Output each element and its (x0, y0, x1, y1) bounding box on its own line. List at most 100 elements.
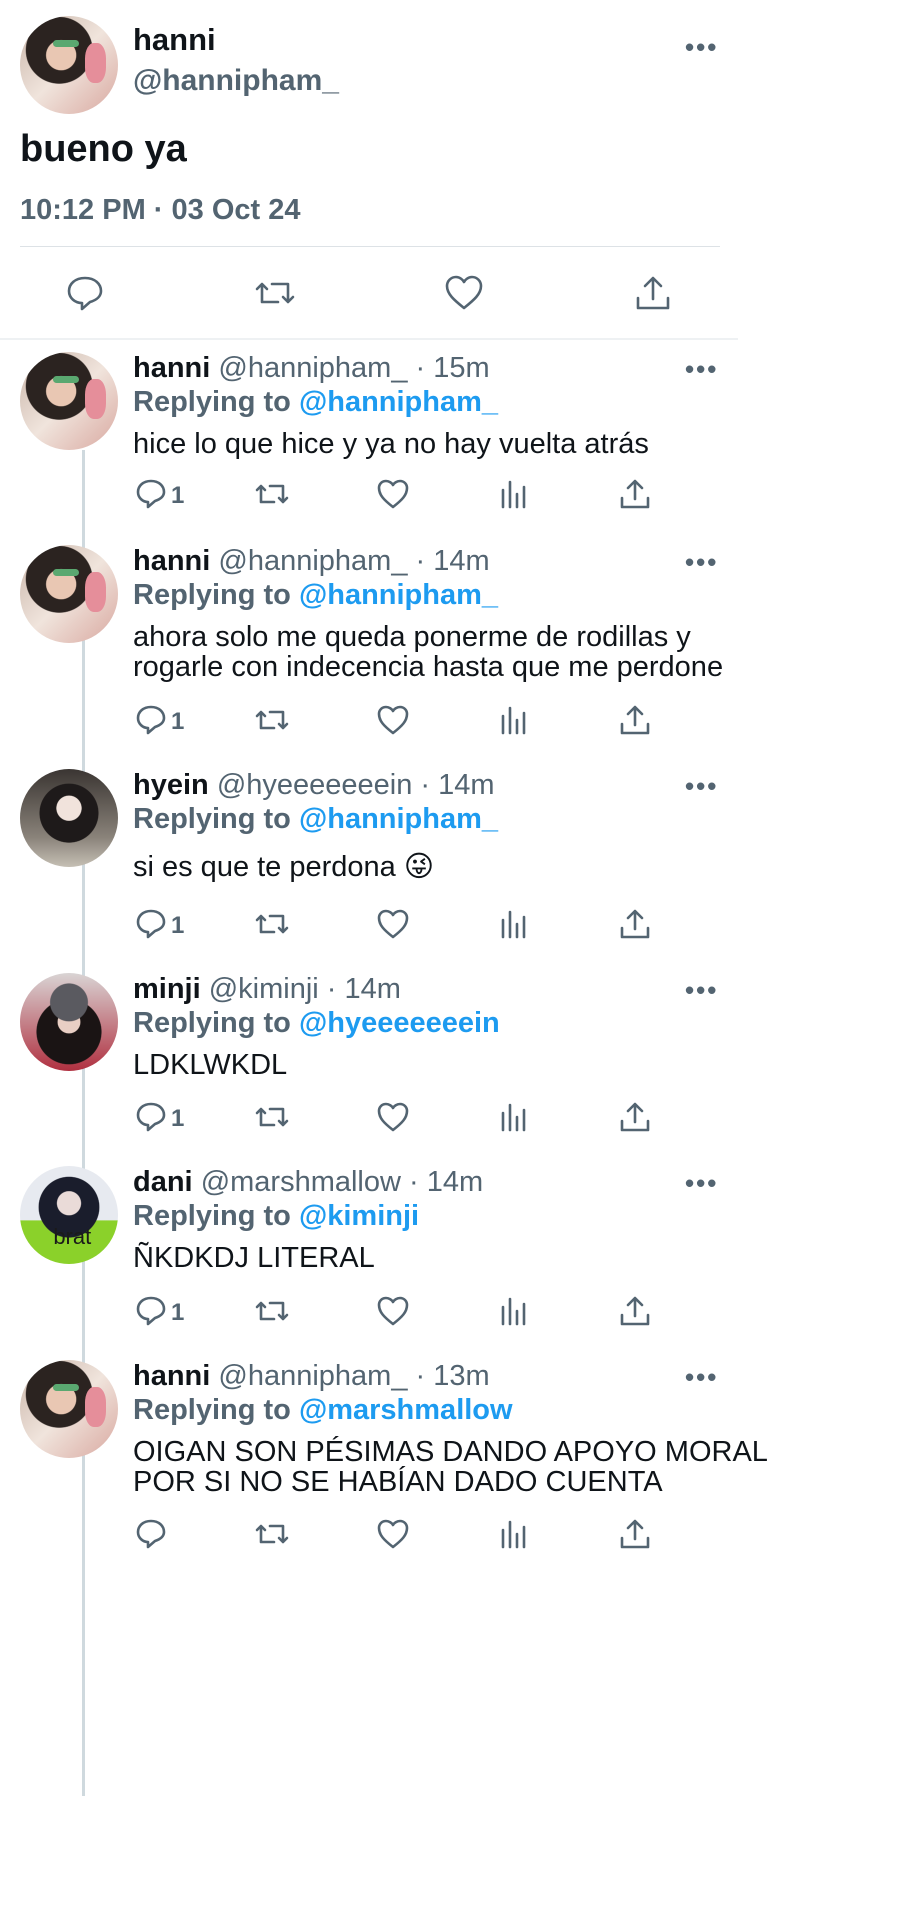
reply-header: hyein @hyeeeeeeein · 14m (133, 769, 495, 802)
reply-author-handle[interactable]: @hannipham_ (218, 545, 407, 577)
reply-time[interactable]: · 14m (420, 769, 494, 801)
reply-more-icon[interactable]: ••• (685, 1168, 718, 1199)
main-author-name[interactable]: hanni (133, 22, 216, 58)
retweet-icon[interactable] (254, 1295, 290, 1327)
reply-icon[interactable] (66, 274, 104, 312)
reply-author-handle[interactable]: @marshmallow (201, 1166, 401, 1198)
reply-author-handle[interactable]: @hyeeeeeeein (217, 769, 413, 801)
reply-icon[interactable] (135, 1101, 167, 1133)
replying-to-label: Replying to (133, 803, 291, 835)
main-divider (20, 246, 720, 247)
replying-to-mention[interactable]: @marshmallow (299, 1394, 513, 1426)
reply-time[interactable]: · 15m (416, 352, 490, 384)
main-more-icon[interactable]: ••• (685, 32, 718, 63)
replying-to-label: Replying to (133, 1394, 291, 1426)
reply-avatar[interactable] (20, 973, 118, 1071)
reply-more-icon[interactable]: ••• (685, 975, 718, 1006)
like-icon[interactable] (376, 1518, 410, 1550)
reply-more-icon[interactable]: ••• (685, 547, 718, 578)
analytics-icon[interactable] (499, 704, 529, 736)
reply-avatar[interactable] (20, 545, 118, 643)
reply-text-line: si es que te perdona 😜 (133, 851, 435, 883)
reply-text-line: hice lo que hice y ya no hay vuelta atrá… (133, 428, 649, 460)
reply-author-name[interactable]: dani (133, 1166, 193, 1198)
reply-icon[interactable] (135, 1518, 167, 1550)
reply-author-name[interactable]: hanni (133, 1360, 210, 1392)
reply-text-line: rogarle con indecencia hasta que me perd… (133, 651, 724, 683)
reply-header: dani @marshmallow · 14m (133, 1166, 483, 1199)
reply-count: 1 (171, 912, 185, 939)
analytics-icon[interactable] (499, 478, 529, 510)
reply-author-handle[interactable]: @hannipham_ (218, 1360, 407, 1392)
share-icon[interactable] (619, 1518, 651, 1550)
main-avatar[interactable] (20, 16, 118, 114)
reply-time[interactable]: · 14m (327, 973, 401, 1005)
reply-count: 1 (171, 1299, 185, 1326)
reply-avatar[interactable] (20, 769, 118, 867)
reply-text-line: LDKLWKDL (133, 1049, 288, 1081)
reply-author-handle[interactable]: @hannipham_ (218, 352, 407, 384)
share-icon[interactable] (619, 478, 651, 510)
share-icon[interactable] (634, 274, 672, 312)
reply-author-name[interactable]: hanni (133, 545, 210, 577)
reply-author-name[interactable]: hyein (133, 769, 209, 801)
replying-to-mention[interactable]: @kiminji (299, 1200, 419, 1232)
reply-count: 1 (171, 482, 185, 509)
replying-to: Replying to @hannipham_ (133, 386, 498, 419)
reply-time[interactable]: · 14m (409, 1166, 483, 1198)
retweet-icon[interactable] (254, 1518, 290, 1550)
thread-line (82, 450, 85, 1796)
reply-count: 1 (171, 708, 185, 735)
replying-to: Replying to @kiminji (133, 1200, 419, 1233)
reply-avatar[interactable]: brat (20, 1166, 118, 1264)
reply-author-name[interactable]: minji (133, 973, 201, 1005)
retweet-icon[interactable] (254, 704, 290, 736)
reply-author-name[interactable]: hanni (133, 352, 210, 384)
retweet-icon[interactable] (254, 274, 296, 312)
share-icon[interactable] (619, 1101, 651, 1133)
reply-icon[interactable] (135, 704, 167, 736)
analytics-icon[interactable] (499, 1518, 529, 1550)
analytics-icon[interactable] (499, 908, 529, 940)
reply-icon[interactable] (135, 908, 167, 940)
reply-header: hanni @hannipham_ · 13m (133, 1360, 490, 1393)
like-icon[interactable] (444, 274, 484, 312)
replying-to: Replying to @marshmallow (133, 1394, 513, 1427)
like-icon[interactable] (376, 908, 410, 940)
main-tweet-text: bueno ya (20, 128, 187, 170)
like-icon[interactable] (376, 1295, 410, 1327)
reply-avatar[interactable] (20, 1360, 118, 1458)
reply-author-handle[interactable]: @kiminji (209, 973, 319, 1005)
reply-icon[interactable] (135, 478, 167, 510)
main-timestamp[interactable]: 10:12 PM · 03 Oct 24 (20, 194, 300, 227)
share-icon[interactable] (619, 908, 651, 940)
reply-time[interactable]: · 13m (416, 1360, 490, 1392)
share-icon[interactable] (619, 1295, 651, 1327)
replying-to-mention[interactable]: @hyeeeeeeein (299, 1007, 500, 1039)
replying-to-mention[interactable]: @hannipham_ (299, 386, 498, 418)
reply-more-icon[interactable]: ••• (685, 354, 718, 385)
replying-to-mention[interactable]: @hannipham_ (299, 803, 498, 835)
retweet-icon[interactable] (254, 478, 290, 510)
share-icon[interactable] (619, 704, 651, 736)
like-icon[interactable] (376, 1101, 410, 1133)
retweet-icon[interactable] (254, 908, 290, 940)
retweet-icon[interactable] (254, 1101, 290, 1133)
analytics-icon[interactable] (499, 1295, 529, 1327)
avatar-shirt-text: brat (53, 1224, 92, 1250)
main-author-handle[interactable]: @hannipham_ (133, 64, 339, 98)
replying-to-label: Replying to (133, 386, 291, 418)
like-icon[interactable] (376, 704, 410, 736)
replying-to-label: Replying to (133, 1007, 291, 1039)
replying-to-mention[interactable]: @hannipham_ (299, 579, 498, 611)
reply-more-icon[interactable]: ••• (685, 1362, 718, 1393)
reply-header: hanni @hannipham_ · 15m (133, 352, 490, 385)
like-icon[interactable] (376, 478, 410, 510)
reply-avatar[interactable] (20, 352, 118, 450)
reply-time[interactable]: · 14m (416, 545, 490, 577)
analytics-icon[interactable] (499, 1101, 529, 1133)
reply-count: 1 (171, 1105, 185, 1132)
reply-icon[interactable] (135, 1295, 167, 1327)
replying-to-label: Replying to (133, 1200, 291, 1232)
reply-more-icon[interactable]: ••• (685, 771, 718, 802)
